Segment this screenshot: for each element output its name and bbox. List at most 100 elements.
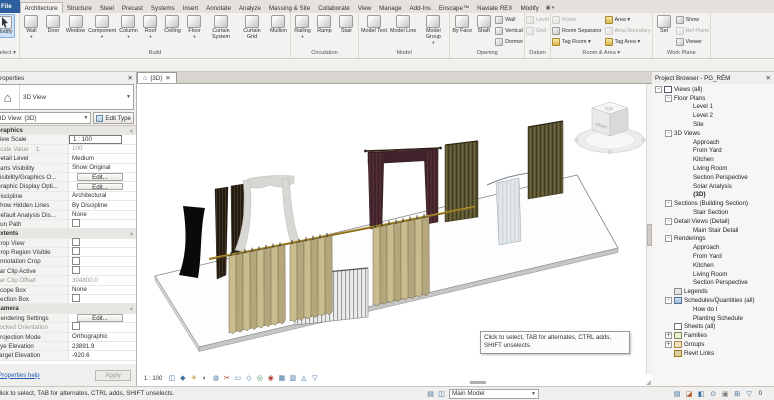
curtain-tan-cluster-left[interactable] bbox=[229, 245, 285, 334]
property-value[interactable]: None bbox=[69, 285, 136, 294]
browser-tree-item[interactable]: From Yard bbox=[652, 147, 774, 156]
model-line-button[interactable]: Model Line bbox=[389, 14, 417, 36]
tree-expander-icon[interactable] bbox=[665, 95, 672, 102]
reveal-constraints-icon[interactable]: ▽ bbox=[310, 374, 319, 383]
property-value[interactable]: 100 bbox=[69, 144, 136, 153]
ribbon-tab[interactable]: Enscape™ bbox=[435, 3, 473, 13]
railing-button[interactable]: Railing bbox=[292, 14, 313, 39]
file-tab[interactable]: File bbox=[0, 0, 20, 13]
set-button[interactable]: Set bbox=[654, 14, 675, 36]
ribbon-tab[interactable]: Architecture bbox=[20, 2, 63, 13]
browser-tree-item[interactable]: From Yard bbox=[652, 252, 774, 261]
tree-expander-icon[interactable] bbox=[684, 147, 691, 154]
browser-tree-item[interactable]: Detail Views (Detail) bbox=[652, 217, 774, 226]
property-value[interactable]: -920.6 bbox=[69, 351, 136, 360]
area-button[interactable]: Area ▾ bbox=[605, 15, 651, 25]
ribbon-tab[interactable]: Systems bbox=[147, 3, 179, 13]
tree-expander-icon[interactable] bbox=[665, 235, 672, 242]
mullion-button[interactable]: Mullion bbox=[268, 14, 289, 36]
browser-tree-item[interactable]: How do I bbox=[652, 305, 774, 314]
vertical-scrollbar-thumb[interactable] bbox=[647, 224, 652, 246]
tree-expander-icon[interactable] bbox=[684, 156, 691, 163]
ribbon-tab[interactable]: Modify bbox=[517, 3, 543, 13]
ribbon-tab[interactable]: Precast bbox=[118, 3, 147, 13]
browser-tree-item[interactable]: Section Perspective bbox=[652, 173, 774, 182]
property-value[interactable]: None bbox=[69, 210, 136, 219]
property-value[interactable] bbox=[69, 219, 136, 229]
room-separator-button[interactable]: Room Separator bbox=[552, 26, 602, 36]
select-links-icon[interactable]: ◧ bbox=[697, 390, 706, 398]
rendering-dialog-icon[interactable]: ◍ bbox=[211, 374, 220, 383]
property-value[interactable] bbox=[69, 294, 136, 304]
property-value[interactable] bbox=[69, 322, 136, 332]
vertical-scrollbar[interactable] bbox=[646, 84, 652, 374]
level-button[interactable]: Level bbox=[526, 15, 549, 25]
browser-tree-item[interactable]: Floor Plans bbox=[652, 94, 774, 103]
curtain-olive-right[interactable] bbox=[528, 121, 563, 199]
grid-button[interactable]: Grid bbox=[526, 26, 549, 36]
ribbon-tab[interactable]: Massing & Site bbox=[265, 3, 314, 13]
select-by-face-icon[interactable]: ▣ bbox=[721, 390, 730, 398]
property-value[interactable]: 304800.0 bbox=[69, 276, 136, 285]
tree-expander-icon[interactable] bbox=[684, 279, 691, 286]
component-button[interactable]: Component bbox=[87, 14, 117, 39]
tree-expander-icon[interactable] bbox=[684, 315, 691, 322]
property-value[interactable]: By Discipline bbox=[69, 201, 136, 210]
tree-expander-icon[interactable] bbox=[684, 271, 691, 278]
displacement-sets-icon[interactable]: ◬ bbox=[299, 374, 308, 383]
property-value[interactable]: Orthographic bbox=[69, 332, 136, 341]
curtain-lace-pair[interactable] bbox=[235, 175, 301, 252]
property-value[interactable]: Architectural bbox=[69, 191, 136, 200]
modify-button[interactable]: Modify bbox=[0, 14, 15, 38]
ribbon-tab[interactable]: Analyze bbox=[235, 3, 265, 13]
crop-view-icon[interactable]: ✂ bbox=[222, 374, 231, 383]
tree-expander-icon[interactable] bbox=[665, 288, 672, 295]
property-value[interactable]: Edit... bbox=[77, 183, 123, 191]
tree-expander-icon[interactable] bbox=[684, 209, 691, 216]
scale-button[interactable]: 1 : 100 bbox=[144, 376, 162, 382]
ribbon-tab[interactable]: Manage bbox=[375, 3, 405, 13]
tree-expander-icon[interactable] bbox=[665, 200, 672, 207]
element-selector-combo[interactable]: 3D View: {3D} ▼ bbox=[0, 112, 91, 124]
model-group-button[interactable]: Model Group bbox=[418, 14, 448, 45]
show-crop-region-icon[interactable]: ▭ bbox=[233, 374, 242, 383]
filter-icon[interactable]: ▽ bbox=[745, 390, 754, 398]
browser-tree-item[interactable]: Site bbox=[652, 120, 774, 129]
curtain-grid-button[interactable]: Curtain Grid bbox=[237, 14, 267, 42]
column-button[interactable]: Column bbox=[118, 14, 139, 39]
browser-tree-item[interactable]: Approach bbox=[652, 243, 774, 252]
browser-tree-item[interactable]: Revit Links bbox=[652, 349, 774, 358]
ribbon-tab[interactable]: Structure bbox=[63, 3, 96, 13]
property-value[interactable]: Show Original bbox=[69, 163, 136, 172]
browser-tree-item[interactable]: Schedules/Quantities (all) bbox=[652, 296, 774, 305]
browser-tree-item[interactable]: Approach bbox=[652, 138, 774, 147]
tree-expander-icon[interactable] bbox=[684, 306, 691, 313]
floor-button[interactable]: Floor bbox=[184, 14, 205, 39]
tree-expander-icon[interactable] bbox=[665, 332, 672, 339]
tag-room-button[interactable]: Tag Room ▾ bbox=[552, 37, 602, 47]
stair-button[interactable]: Stair bbox=[336, 14, 357, 36]
design-options-icon[interactable]: ◫ bbox=[437, 390, 446, 398]
curtain-tan-cluster-right[interactable] bbox=[373, 217, 429, 306]
reveal-hidden-elements-icon[interactable]: ◉ bbox=[266, 374, 275, 383]
edit-type-button[interactable]: Edit Type bbox=[93, 112, 134, 124]
roof-button[interactable]: Roof bbox=[140, 14, 161, 39]
tag-area-button[interactable]: Tag Area ▾ bbox=[605, 37, 651, 47]
type-selector[interactable]: ⌂ 3D View ▼ bbox=[0, 84, 134, 110]
tree-expander-icon[interactable] bbox=[684, 112, 691, 119]
browser-tree-item[interactable]: Stair Section bbox=[652, 208, 774, 217]
ribbon-tab[interactable]: Annotate bbox=[202, 3, 235, 13]
browser-tree-item[interactable]: Legends bbox=[652, 287, 774, 296]
sun-path-icon[interactable]: ☀ bbox=[189, 374, 198, 383]
tree-expander-icon[interactable] bbox=[655, 86, 662, 93]
browser-tree-item[interactable]: Main Stair Detail bbox=[652, 226, 774, 235]
viewcube[interactable]: TOP FRONT bbox=[575, 102, 646, 154]
ribbon-tab[interactable]: Naviate REX bbox=[473, 3, 516, 13]
ref-plane-button[interactable]: Ref Plane bbox=[676, 26, 710, 36]
curtain-tan-cluster-middle[interactable] bbox=[290, 236, 332, 322]
select-pinned-icon[interactable]: ⊙ bbox=[709, 390, 718, 398]
room-area-panel-label[interactable]: Room & Area ▾ bbox=[552, 49, 651, 58]
tree-expander-icon[interactable] bbox=[684, 253, 691, 260]
project-browser-close-icon[interactable]: ✕ bbox=[766, 74, 771, 82]
tree-expander-icon[interactable] bbox=[684, 165, 691, 172]
